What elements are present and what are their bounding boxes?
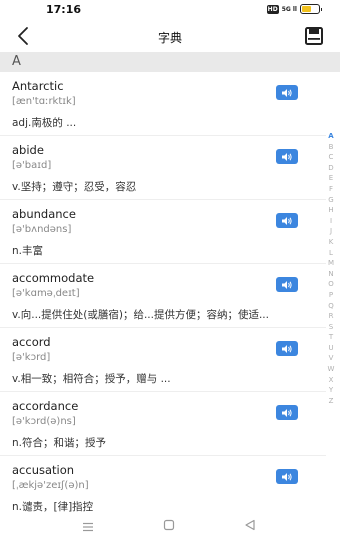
hd-badge: HD [266, 4, 279, 14]
word-meaning: v.坚持；遵守；忍受，容忍 [12, 181, 137, 193]
speaker-icon [282, 88, 292, 97]
index-letter-q[interactable]: Q [325, 301, 337, 312]
speaker-icon [282, 344, 292, 353]
home-button[interactable] [163, 516, 175, 531]
status-time: 17:16 [46, 3, 82, 16]
pronounce-button[interactable] [276, 149, 298, 164]
index-letter-b[interactable]: B [325, 142, 337, 153]
triangle-back-icon [245, 519, 255, 531]
status-icons: HD 5G ll [266, 4, 322, 14]
word-row[interactable]: accordance [ə'kɔrd(ə)ns] n.符合；和谐；授予 [0, 392, 326, 456]
word-text: abundance [12, 207, 76, 221]
word-row[interactable]: Antarctic [æn'tɑːrktɪk] adj.南极的 ... [0, 72, 326, 136]
word-text: accordance [12, 399, 79, 413]
index-letter-l[interactable]: L [325, 248, 337, 259]
signal-icon: 5G ll [281, 5, 297, 13]
index-letter-f[interactable]: F [325, 184, 337, 195]
index-letter-j[interactable]: J [325, 226, 337, 237]
index-letter-i[interactable]: I [325, 216, 337, 227]
index-letter-e[interactable]: E [325, 173, 337, 184]
word-phonetic: [æn'tɑːrktɪk] [12, 96, 76, 107]
word-text: abide [12, 143, 44, 157]
pronounce-button[interactable] [276, 405, 298, 420]
index-letter-v[interactable]: V [325, 353, 337, 364]
index-letter-u[interactable]: U [325, 343, 337, 354]
pronounce-button[interactable] [276, 469, 298, 484]
word-phonetic: [ə'bʌndəns] [12, 224, 72, 235]
speaker-icon [282, 216, 292, 225]
word-meaning: n.谴责，[律]指控 [12, 501, 94, 512]
word-phonetic: [ə'kɔrd(ə)ns] [12, 416, 76, 427]
system-nav-bar [0, 512, 340, 534]
top-nav-bar: 字典 [0, 20, 340, 52]
word-row[interactable]: accommodate [ə'kɑməˌdeɪt] v.向...提供住处(或膳宿… [0, 264, 326, 328]
square-home-icon [163, 519, 175, 531]
speaker-icon [282, 152, 292, 161]
section-header: A [0, 52, 340, 72]
word-phonetic: [ə'baɪd] [12, 160, 52, 171]
recent-apps-button[interactable] [82, 517, 94, 532]
word-meaning: adj.南极的 ... [12, 117, 77, 129]
word-meaning: n.丰富 [12, 245, 43, 257]
word-meaning: n.符合；和谐；授予 [12, 437, 106, 449]
word-phonetic: [ˌækjə'zeɪʃ(ə)n] [12, 480, 89, 491]
page-title: 字典 [157, 31, 182, 45]
speaker-icon [282, 280, 292, 289]
index-letter-g[interactable]: G [325, 195, 337, 206]
word-phonetic: [ə'kɔrd] [12, 352, 51, 363]
index-letter-r[interactable]: R [325, 311, 337, 322]
index-letter-y[interactable]: Y [325, 385, 337, 396]
index-letter-a[interactable]: A [325, 131, 337, 142]
menu-icon [83, 522, 93, 532]
index-letter-c[interactable]: C [325, 152, 337, 163]
index-letter-p[interactable]: P [325, 290, 337, 301]
word-row[interactable]: accord [ə'kɔrd] v.相一致；相符合；授予，赠与 ... [0, 328, 326, 392]
word-phonetic: [ə'kɑməˌdeɪt] [12, 288, 80, 299]
index-letter-z[interactable]: Z [325, 396, 337, 407]
index-letter-x[interactable]: X [325, 375, 337, 386]
alphabet-index-bar[interactable]: ABCDEFGHIJKLMNOPQRSTUVWXYZ [325, 131, 337, 406]
index-letter-m[interactable]: M [325, 258, 337, 269]
section-letter: A [12, 54, 21, 69]
word-text: accusation [12, 463, 75, 477]
word-meaning: v.相一致；相符合；授予，赠与 ... [12, 373, 171, 385]
index-letter-n[interactable]: N [325, 269, 337, 280]
index-letter-h[interactable]: H [325, 205, 337, 216]
status-bar: 17:16 HD 5G ll [0, 0, 340, 20]
save-button[interactable] [304, 26, 324, 46]
pronounce-button[interactable] [276, 277, 298, 292]
index-letter-k[interactable]: K [325, 237, 337, 248]
word-row[interactable]: accusation [ˌækjə'zeɪʃ(ə)n] n.谴责，[律]指控 [0, 456, 326, 512]
word-row[interactable]: abundance [ə'bʌndəns] n.丰富 [0, 200, 326, 264]
index-letter-t[interactable]: T [325, 332, 337, 343]
word-list: Antarctic [æn'tɑːrktɪk] adj.南极的 ... abid… [0, 72, 326, 512]
speaker-icon [282, 472, 292, 481]
pronounce-button[interactable] [276, 341, 298, 356]
battery-icon [300, 4, 322, 14]
save-icon [305, 27, 323, 45]
word-text: accord [12, 335, 51, 349]
pronounce-button[interactable] [276, 213, 298, 228]
index-letter-s[interactable]: S [325, 322, 337, 333]
word-text: accommodate [12, 271, 95, 285]
pronounce-button[interactable] [276, 85, 298, 100]
speaker-icon [282, 408, 292, 417]
system-back-button[interactable] [244, 516, 256, 531]
index-letter-w[interactable]: W [325, 364, 337, 375]
word-row[interactable]: abide [ə'baɪd] v.坚持；遵守；忍受，容忍 [0, 136, 326, 200]
word-meaning: v.向...提供住处(或膳宿)；给...提供方便；容纳；使适... [12, 309, 269, 321]
index-letter-o[interactable]: O [325, 279, 337, 290]
index-letter-d[interactable]: D [325, 163, 337, 174]
word-text: Antarctic [12, 79, 64, 93]
